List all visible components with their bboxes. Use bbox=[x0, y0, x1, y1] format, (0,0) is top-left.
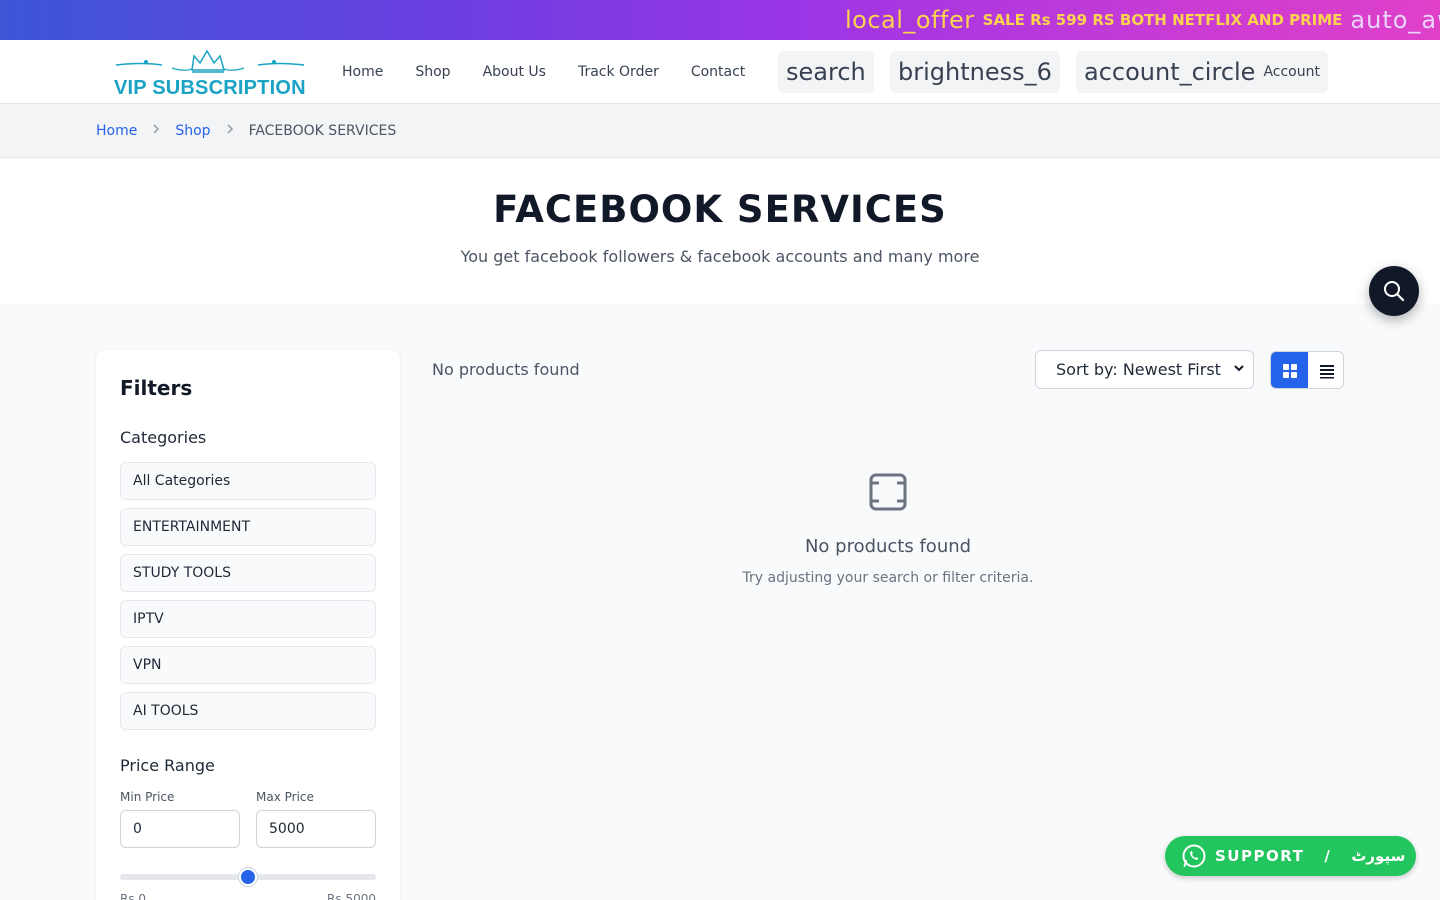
breadcrumb-shop[interactable]: Shop bbox=[175, 123, 210, 139]
max-price-input[interactable] bbox=[256, 810, 376, 848]
theme-toggle-button[interactable]: brightness_6 bbox=[890, 51, 1060, 93]
promo-banner: local_offer SALE Rs 599 RS BOTH NETFLIX … bbox=[0, 0, 1440, 40]
categories-title: Categories bbox=[120, 428, 207, 447]
support-label: SUPPORT bbox=[1215, 847, 1305, 865]
nav-about-us[interactable]: About Us bbox=[483, 64, 546, 80]
logo-text: VIP SUBSCRIPTION bbox=[114, 77, 306, 99]
grid-icon bbox=[1282, 364, 1297, 378]
slider-max-label: Rs 5000 bbox=[327, 892, 376, 900]
results-count: No products found bbox=[432, 360, 580, 379]
site-header: VIP SUBSCRIPTION Home Shop About Us Trac… bbox=[0, 40, 1440, 104]
nav-home[interactable]: Home bbox=[342, 64, 383, 80]
support-label-urdu: سپورٹ bbox=[1351, 847, 1406, 865]
chevron-right-icon bbox=[149, 122, 163, 140]
crown-logo-graphic bbox=[115, 49, 305, 73]
sort-select[interactable]: Sort by: Newest First bbox=[1035, 350, 1254, 389]
breadcrumb-home[interactable]: Home bbox=[96, 123, 137, 139]
breadcrumb: Home Shop FACEBOOK SERVICES bbox=[0, 104, 1440, 158]
sort-label: Sort by: Newest First bbox=[1056, 360, 1221, 379]
empty-state-title: No products found bbox=[804, 536, 972, 557]
main-nav: Home Shop About Us Track Order Contact bbox=[342, 40, 745, 104]
price-range-title: Price Range bbox=[120, 756, 215, 775]
min-price-input[interactable] bbox=[120, 810, 240, 848]
view-toggle bbox=[1270, 351, 1344, 389]
whatsapp-support-button[interactable]: SUPPORT / سپورٹ bbox=[1165, 836, 1416, 876]
page-subtitle: You get facebook followers & facebook ac… bbox=[460, 247, 980, 266]
chevron-down-icon bbox=[1233, 362, 1245, 377]
min-price-label: Min Price bbox=[120, 790, 175, 804]
nav-track-order[interactable]: Track Order bbox=[578, 64, 659, 80]
category-vpn[interactable]: VPN bbox=[120, 646, 376, 684]
search-button[interactable]: search bbox=[778, 51, 874, 93]
max-price-label: Max Price bbox=[256, 790, 314, 804]
account-circle-icon: account_circle bbox=[1084, 58, 1256, 86]
local-offer-icon: local_offer bbox=[845, 6, 975, 34]
account-button[interactable]: account_circle Account bbox=[1076, 51, 1328, 93]
search-icon bbox=[1384, 281, 1405, 302]
chevron-right-icon bbox=[223, 122, 237, 140]
breadcrumb-current: FACEBOOK SERVICES bbox=[248, 123, 397, 139]
floating-search-button[interactable] bbox=[1369, 266, 1419, 316]
list-view-button[interactable] bbox=[1308, 352, 1343, 388]
slider-min-label: Rs 0 bbox=[120, 892, 147, 900]
nav-contact[interactable]: Contact bbox=[691, 64, 745, 80]
search-icon: search bbox=[786, 58, 866, 86]
category-iptv[interactable]: IPTV bbox=[120, 600, 376, 638]
account-label: Account bbox=[1263, 64, 1320, 80]
filters-panel: Filters Categories All Categories ENTERT… bbox=[96, 350, 400, 900]
category-all[interactable]: All Categories bbox=[120, 462, 376, 500]
logo[interactable]: VIP SUBSCRIPTION bbox=[112, 48, 308, 99]
nav-shop[interactable]: Shop bbox=[415, 64, 450, 80]
list-icon bbox=[1319, 365, 1334, 379]
page-hero: FACEBOOK SERVICES You get facebook follo… bbox=[0, 158, 1440, 304]
whatsapp-icon bbox=[1182, 844, 1206, 868]
grid-view-button[interactable] bbox=[1271, 352, 1308, 388]
price-slider-thumb[interactable] bbox=[239, 868, 257, 886]
empty-box-icon bbox=[869, 473, 907, 515]
brightness-icon: brightness_6 bbox=[898, 58, 1052, 86]
promo-marquee: local_offer SALE Rs 599 RS BOTH NETFLIX … bbox=[845, 0, 1440, 40]
filters-title: Filters bbox=[120, 376, 193, 400]
category-ai-tools[interactable]: AI TOOLS bbox=[120, 692, 376, 730]
promo-text: SALE Rs 599 RS BOTH NETFLIX AND PRIME bbox=[982, 11, 1343, 29]
support-separator: / bbox=[1324, 847, 1332, 865]
auto-awesome-icon: auto_awesome bbox=[1350, 6, 1440, 34]
empty-state-subtitle: Try adjusting your search or filter crit… bbox=[742, 570, 1034, 586]
page-title: FACEBOOK SERVICES bbox=[493, 188, 947, 231]
